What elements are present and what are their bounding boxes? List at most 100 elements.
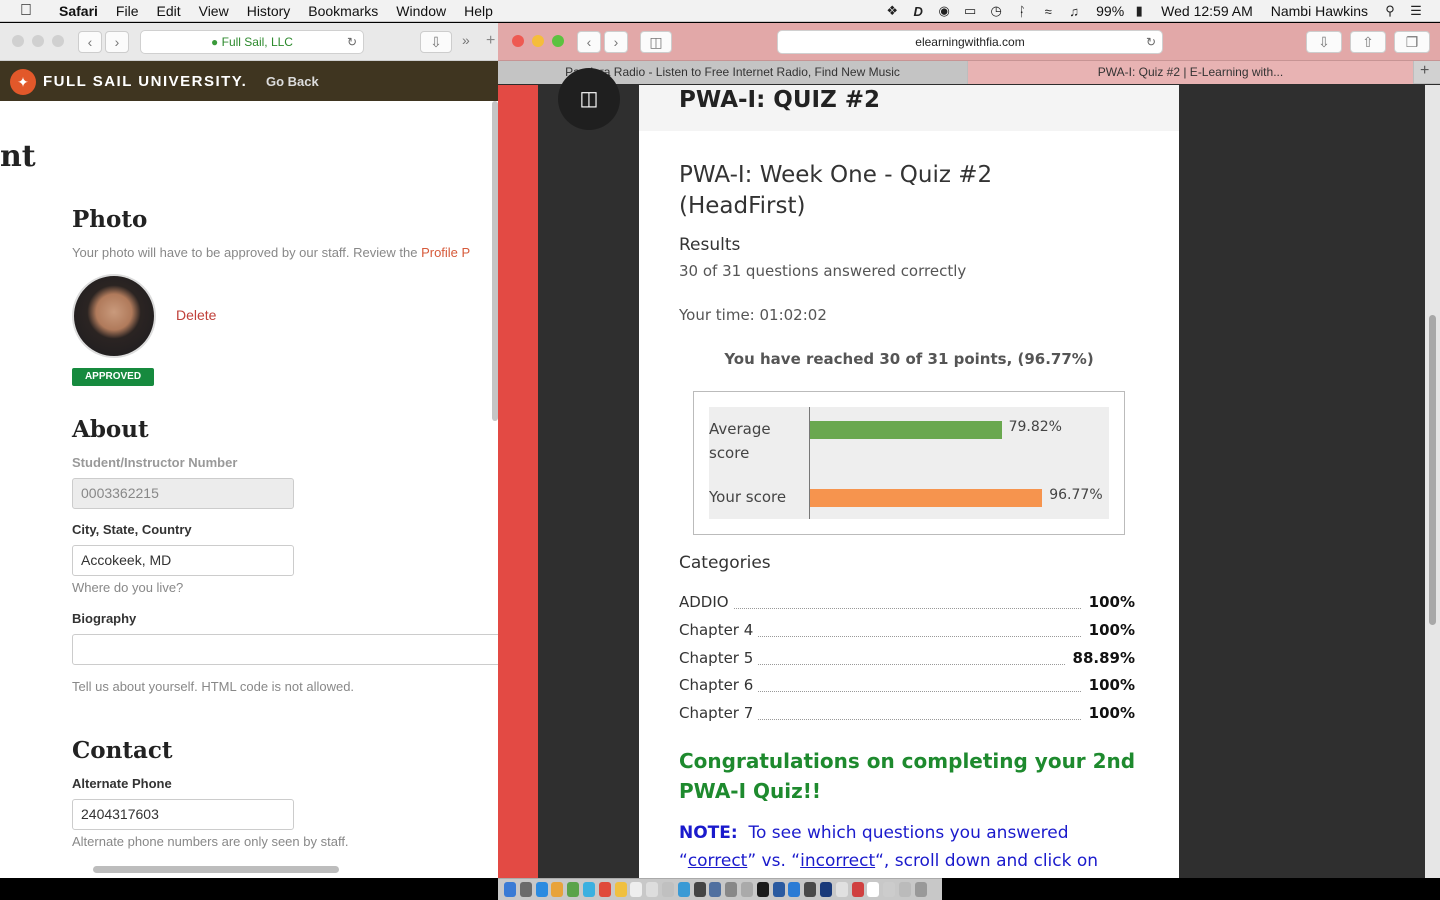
user-name[interactable]: Nambi Hawkins [1262, 3, 1377, 19]
dock-app-icon[interactable] [598, 882, 611, 897]
fsu-logo-icon[interactable]: ✦ [10, 69, 36, 95]
downloads-button[interactable]: ⇩ [1306, 31, 1342, 53]
zoom-button[interactable] [552, 35, 564, 47]
contact-heading: Contact [72, 737, 173, 764]
dock-app-icon[interactable] [772, 882, 785, 897]
category-leader-dots [758, 635, 1081, 637]
city-field[interactable]: Accokeek, MD [72, 545, 294, 576]
notification-center-icon[interactable]: ☰ [1406, 3, 1426, 19]
menu-help[interactable]: Help [455, 3, 502, 19]
dock-app-icon[interactable] [883, 882, 896, 897]
dashlane-icon[interactable]: D [908, 4, 928, 19]
more-icon[interactable]: » [462, 32, 470, 48]
close-button[interactable] [512, 35, 524, 47]
profile-form: nt Photo Your photo will have to be appr… [0, 101, 500, 873]
back-button[interactable]: ‹ [577, 31, 601, 53]
dock-app-icon[interactable] [709, 882, 722, 897]
dock-app-icon[interactable] [867, 882, 880, 897]
page-scrollbar[interactable] [1425, 85, 1440, 878]
creative-cloud-icon[interactable]: ◉ [934, 3, 954, 19]
dock-app-icon[interactable] [725, 882, 738, 897]
dock-app-icon[interactable] [804, 882, 817, 897]
share-button[interactable]: ⇧ [1350, 31, 1386, 53]
dock-app-icon[interactable] [693, 882, 706, 897]
go-back-link[interactable]: Go Back [266, 74, 319, 89]
dock-app-icon[interactable] [677, 882, 690, 897]
bluetooth-icon[interactable]: ᛛ [1012, 4, 1032, 19]
menu-bookmarks[interactable]: Bookmarks [299, 3, 387, 19]
dock-app-icon[interactable] [630, 882, 643, 897]
dock-app-icon[interactable] [788, 882, 801, 897]
forward-button[interactable]: › [105, 31, 129, 53]
lock-icon: ● [211, 35, 219, 49]
reload-icon[interactable]: ↻ [347, 31, 357, 53]
address-bar[interactable]: ● Full Sail, LLC ↻ [140, 30, 364, 54]
time-machine-icon[interactable]: ◷ [986, 3, 1006, 19]
dock-app-icon[interactable] [835, 882, 848, 897]
incorrect-link[interactable]: incorrect [800, 851, 875, 871]
delete-photo-link[interactable]: Delete [176, 307, 216, 323]
dock-app-icon[interactable] [899, 882, 911, 897]
dock-app-icon[interactable] [646, 882, 659, 897]
new-tab-icon[interactable]: + [486, 32, 495, 50]
menu-history[interactable]: History [238, 3, 300, 19]
menu-edit[interactable]: Edit [147, 3, 189, 19]
reload-icon[interactable]: ↻ [1146, 31, 1156, 53]
wifi-icon[interactable]: ≈ [1038, 4, 1058, 19]
minimize-button[interactable] [532, 35, 544, 47]
new-tab-icon[interactable]: + [1420, 62, 1429, 80]
dock-app-icon[interactable] [756, 882, 769, 897]
menu-app-name[interactable]: Safari [50, 3, 107, 19]
student-number-field: 0003362215 [72, 478, 294, 509]
dock-app-icon[interactable] [519, 882, 532, 897]
dock-app-icon[interactable] [504, 882, 516, 897]
tab-quiz[interactable]: PWA-I: Quiz #2 | E-Learning with... [968, 61, 1414, 84]
dock-app-icon[interactable] [567, 882, 580, 897]
average-score-value: 79.82% [1008, 419, 1062, 435]
dock-app-icon[interactable] [535, 882, 548, 897]
alternate-phone-field[interactable]: 2404317603 [72, 799, 294, 830]
dropbox-icon[interactable]: ❖ [882, 3, 902, 19]
category-leader-dots [734, 608, 1081, 609]
close-button[interactable] [12, 35, 24, 47]
minimize-button[interactable] [32, 35, 44, 47]
dock-app-icon[interactable] [662, 882, 674, 897]
correct-link[interactable]: correct [688, 851, 748, 871]
biography-field[interactable] [72, 634, 500, 665]
dock-app-icon[interactable] [741, 882, 753, 897]
downloads-button[interactable]: ⇩ [420, 31, 452, 53]
average-score-bar [810, 421, 1002, 439]
clock[interactable]: Wed 12:59 AM [1152, 3, 1262, 19]
menu-file[interactable]: File [107, 3, 148, 19]
scrollbar-thumb[interactable] [1429, 315, 1436, 625]
city-label: City, State, Country [72, 522, 192, 537]
forward-button[interactable]: › [604, 31, 628, 53]
profile-policy-link[interactable]: Profile P [421, 245, 470, 260]
note-text: NOTE: To see which questions you answere… [679, 823, 1099, 871]
brand-name[interactable]: FULL SAIL UNIVERSITY. [43, 73, 247, 90]
dock-app-icon[interactable] [614, 882, 627, 897]
sidebar-button[interactable]: ◫ [640, 31, 672, 53]
spotlight-search-icon[interactable]: ⚲ [1380, 3, 1400, 19]
tabs-overview-button[interactable]: ❐ [1394, 31, 1430, 53]
category-row: Chapter 4 100% [679, 619, 1135, 643]
category-leader-dots [758, 663, 1065, 665]
dock-app-icon[interactable] [914, 882, 927, 897]
zoom-button[interactable] [52, 35, 64, 47]
battery-icon[interactable]: ▮ [1129, 3, 1149, 19]
airplay-icon[interactable]: ▭ [960, 3, 980, 19]
back-button[interactable]: ‹ [78, 31, 102, 53]
menu-window[interactable]: Window [387, 3, 455, 19]
menu-view[interactable]: View [190, 3, 238, 19]
address-bar[interactable]: elearningwithfia.com ↻ [777, 30, 1163, 54]
address-text: Full Sail, LLC [221, 35, 293, 49]
volume-icon[interactable]: ♫ [1064, 4, 1084, 19]
horizontal-scrollbar[interactable] [93, 866, 339, 873]
left-toolbar: ‹ › ● Full Sail, LLC ↻ ⇩ » + [0, 23, 500, 61]
dock-app-icon[interactable] [583, 882, 595, 897]
dock-app-icon[interactable] [820, 882, 832, 897]
dock-app-icon[interactable] [551, 882, 564, 897]
dock-app-icon[interactable] [851, 882, 864, 897]
biography-hint: Tell us about yourself. HTML code is not… [72, 679, 355, 694]
apple-menu-icon[interactable]:  [20, 2, 40, 20]
